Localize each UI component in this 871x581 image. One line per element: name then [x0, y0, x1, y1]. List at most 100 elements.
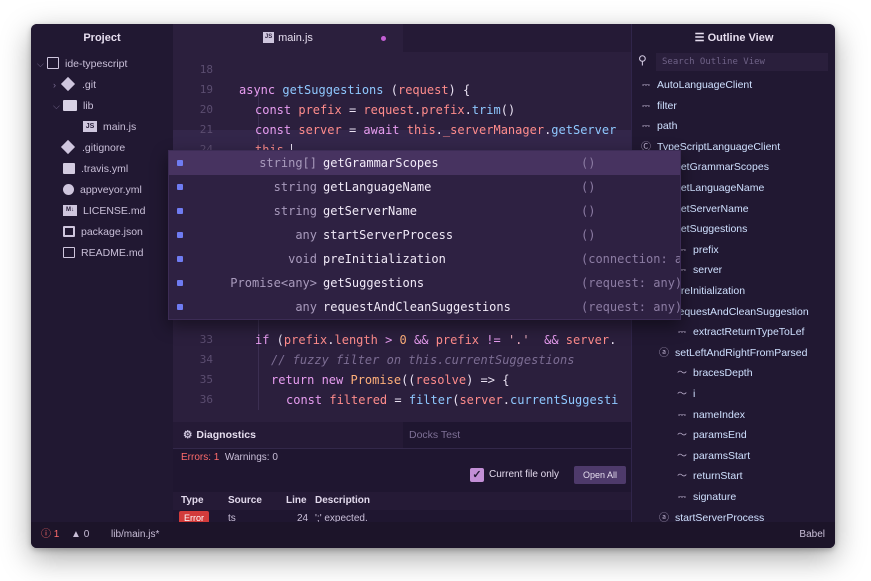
outline-item-label: preInitialization: [675, 285, 746, 297]
tree-item-label: .git: [82, 79, 97, 91]
outline-item[interactable]: ⎓ server: [674, 260, 722, 280]
autocomplete-item[interactable]: void preInitialization (connection: any: [169, 247, 680, 271]
current-file-only-label: Current file only: [489, 469, 560, 480]
outline-item[interactable]: ⎓ nameIndex: [674, 405, 745, 425]
outline-title: ☰ Outline View: [632, 24, 835, 52]
current-file-only-checkbox[interactable]: ✓: [470, 468, 484, 482]
outline-item-label: requestAndCleanSuggestion: [675, 305, 809, 318]
line-number: 34: [199, 353, 213, 366]
search-icon: ⚲: [638, 53, 647, 67]
autocomplete-item[interactable]: any startServerProcess (): [169, 223, 680, 247]
outline-item[interactable]: 〜 paramsEnd: [674, 425, 747, 445]
suggestion-name: preInitialization: [323, 252, 446, 266]
method-icon: [177, 232, 183, 238]
outline-item-label: filter: [657, 99, 677, 112]
outline-item[interactable]: ⎓ filter: [638, 96, 677, 116]
method-icon: [177, 184, 183, 190]
tree-item-label: lib: [83, 100, 94, 112]
variable-icon: ⎓: [642, 121, 650, 133]
variable-icon: ⎓: [642, 100, 650, 112]
autocomplete-item[interactable]: string getLanguageName (): [169, 175, 680, 199]
outline-item-label: paramsEnd: [693, 429, 747, 442]
outline-item[interactable]: 〜 i: [674, 384, 695, 404]
tab-diagnostics[interactable]: ⚙ Diagnostics: [173, 422, 403, 448]
outline-title-label: Outline View: [707, 32, 774, 44]
suggestion-type: void: [288, 252, 317, 266]
tab-label: main.js: [278, 32, 313, 44]
outline-item[interactable]: ⎓ path: [638, 116, 677, 136]
suggestion-name: getLanguageName: [323, 180, 432, 194]
tree-item-label: .gitignore: [82, 142, 126, 154]
diagnostics-table-header: Type Source Line Description: [173, 492, 631, 510]
suggestion-signature: (): [581, 156, 596, 170]
error-icon: ⓘ: [41, 529, 51, 540]
tree-item-label: main.js: [103, 121, 137, 133]
column-header[interactable]: Source: [228, 492, 262, 510]
tab-bar: JS main.js: [173, 24, 631, 52]
tree-item-travis[interactable]: .travis.yml: [63, 159, 128, 179]
autocomplete-item[interactable]: string getServerName (): [169, 199, 680, 223]
line-number: 20: [199, 103, 213, 116]
outline-item-label: i: [693, 388, 696, 400]
outline-item-label: getSuggestions: [675, 223, 748, 236]
tab-main-js[interactable]: JS main.js: [173, 24, 403, 52]
tree-item-main-js[interactable]: JS main.js: [83, 117, 136, 137]
tree-item-readme[interactable]: README.md: [63, 243, 143, 263]
outline-item[interactable]: ⓐ startServerProcess: [656, 508, 764, 522]
outline-item-label: nameIndex: [693, 408, 745, 421]
status-grammar[interactable]: Babel: [799, 522, 825, 548]
suggestion-name: getServerName: [323, 204, 417, 218]
tree-item-label: README.md: [81, 247, 144, 259]
outline-search-input[interactable]: Search Outline View: [656, 53, 828, 71]
autocomplete-item[interactable]: any requestAndCleanSuggestions (request:…: [169, 295, 680, 319]
outline-item[interactable]: ⎓ signature: [674, 487, 736, 507]
tree-root-label: ide-typescript: [65, 58, 128, 70]
outline-item[interactable]: ⓐ setLeftAndRightFromParsed: [656, 343, 807, 363]
tree-item-package[interactable]: package.json: [63, 222, 143, 242]
dock-tab-bar: ⚙ Diagnostics Docks Test: [173, 422, 631, 449]
column-header[interactable]: Type: [181, 492, 204, 510]
js-file-icon: JS: [263, 31, 275, 43]
autocomplete-item[interactable]: string[] getGrammarScopes (): [169, 151, 680, 175]
wave-icon: 〜: [677, 450, 687, 462]
column-header[interactable]: Description: [315, 492, 370, 510]
list-icon: ☰: [694, 32, 705, 44]
folder-icon: [63, 99, 77, 111]
code-line-36: const filtered = filter(server.currentSu…: [286, 393, 619, 407]
outline-item[interactable]: ⎓ AutoLanguageClient: [638, 75, 752, 95]
outline-item-label: extractReturnTypeToLef: [693, 326, 805, 339]
outline-item-label: prefix: [693, 243, 719, 256]
method-icon: ⓐ: [659, 347, 669, 359]
suggestion-type: string: [273, 180, 317, 194]
status-bar: ⓘ 1 ▲ 0 lib/main.js* Babel: [31, 522, 835, 548]
code-line-34: // fuzzy filter on this.currentSuggestio…: [271, 353, 575, 367]
tree-item-appveyor[interactable]: appveyor.yml: [63, 180, 142, 200]
suggestion-signature: (connection: any: [581, 252, 680, 266]
autocomplete-item[interactable]: Promise<any> getSuggestions (request: an…: [169, 271, 680, 295]
status-error-indicator[interactable]: ⓘ 1: [41, 522, 59, 548]
tree-item-git[interactable]: › .git: [53, 75, 96, 95]
column-header[interactable]: Line: [286, 492, 307, 510]
error-count: Errors: 1: [181, 452, 220, 463]
project-panel-title: Project: [83, 32, 121, 44]
line-number: 33: [199, 333, 213, 346]
outline-item[interactable]: 〜 returnStart: [674, 466, 743, 486]
outline-item-label: signature: [693, 491, 737, 503]
modified-indicator-icon: [381, 36, 386, 41]
outline-item[interactable]: ⎓ extractReturnTypeToLef: [674, 322, 804, 342]
chevron-down-icon: ⌵: [37, 59, 44, 69]
code-line-33: if (prefix.length > 0 && prefix != '.' &…: [255, 333, 617, 347]
status-warning-indicator[interactable]: ▲ 0: [71, 522, 89, 548]
tree-item-label: .travis.yml: [81, 163, 129, 175]
tree-item-gitignore[interactable]: .gitignore: [60, 138, 126, 158]
outline-item[interactable]: 〜 paramsStart: [674, 446, 750, 466]
open-all-button[interactable]: Open All: [574, 466, 626, 484]
suggestion-type: any: [295, 228, 317, 242]
outline-item[interactable]: 〜 bracesDepth: [674, 363, 753, 383]
tree-item-lib[interactable]: ⌵ lib: [53, 96, 94, 116]
tree-item-license[interactable]: M↓ LICENSE.md: [63, 201, 145, 221]
tree-root[interactable]: ⌵ ide-typescript: [37, 54, 127, 74]
suggestion-signature: (): [581, 228, 596, 242]
status-file-path[interactable]: lib/main.js*: [111, 522, 159, 548]
tab-docks-test[interactable]: Docks Test: [403, 422, 631, 448]
